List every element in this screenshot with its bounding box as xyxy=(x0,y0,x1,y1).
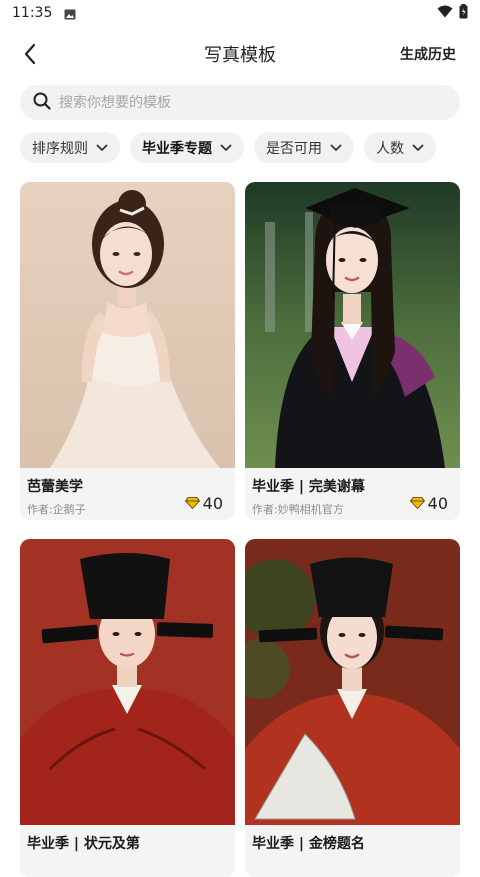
generation-history-link[interactable]: 生成历史 xyxy=(400,44,456,64)
chevron-down-icon xyxy=(220,144,232,152)
template-card[interactable]: 毕业季 | 金榜题名 xyxy=(245,539,460,877)
page-title: 写真模板 xyxy=(204,45,276,66)
template-thumbnail xyxy=(245,539,460,825)
top-app-bar: 写真模板 生成历史 xyxy=(0,34,480,74)
template-info: 毕业季 | 完美谢幕 作者:妙鸭相机官方 40 xyxy=(245,468,460,520)
template-title: 毕业季 | 完美谢幕 xyxy=(252,479,365,495)
template-info: 芭蕾美学 作者:企鹅子 40 xyxy=(20,468,235,520)
filter-availability-label: 是否可用 xyxy=(266,140,322,157)
template-info: 毕业季 | 金榜题名 xyxy=(245,825,460,877)
chevron-down-icon xyxy=(96,144,108,152)
template-title: 毕业季 | 金榜题名 xyxy=(252,836,365,852)
image-notification-icon xyxy=(64,8,76,19)
filter-people-label: 人数 xyxy=(376,140,404,157)
template-thumbnail xyxy=(20,539,235,825)
status-bar: 11:35 xyxy=(0,0,480,26)
template-card[interactable]: 毕业季 | 状元及第 xyxy=(20,539,235,877)
filter-sort-chip[interactable]: 排序规则 xyxy=(20,132,120,163)
template-price-value: 40 xyxy=(427,494,448,513)
template-thumbnail xyxy=(20,182,235,468)
template-card[interactable]: 芭蕾美学 作者:企鹅子 40 xyxy=(20,182,235,520)
status-time: 11:35 xyxy=(12,5,53,21)
template-thumbnail xyxy=(245,182,460,468)
diamond-icon xyxy=(184,494,200,513)
template-info: 毕业季 | 状元及第 xyxy=(20,825,235,877)
filter-graduation-label: 毕业季专题 xyxy=(142,140,212,157)
filter-people-chip[interactable]: 人数 xyxy=(364,132,436,163)
wifi-icon xyxy=(437,5,453,22)
chevron-left-icon xyxy=(24,43,36,65)
search-icon xyxy=(33,92,51,114)
chevron-down-icon xyxy=(412,144,424,152)
back-button[interactable] xyxy=(14,38,46,70)
filter-sort-label: 排序规则 xyxy=(32,140,88,157)
search-input[interactable] xyxy=(59,94,439,111)
template-price-value: 40 xyxy=(202,494,223,513)
diamond-icon xyxy=(409,494,425,513)
chevron-down-icon xyxy=(330,144,342,152)
battery-icon xyxy=(459,4,468,23)
template-title: 毕业季 | 状元及第 xyxy=(27,836,140,852)
filter-availability-chip[interactable]: 是否可用 xyxy=(254,132,354,163)
template-price: 40 xyxy=(409,494,448,513)
template-price: 40 xyxy=(184,494,223,513)
template-title: 芭蕾美学 xyxy=(27,479,83,495)
template-card[interactable]: 毕业季 | 完美谢幕 作者:妙鸭相机官方 40 xyxy=(245,182,460,520)
search-bar[interactable] xyxy=(20,85,460,120)
filter-graduation-chip[interactable]: 毕业季专题 xyxy=(130,132,244,163)
filter-bar: 排序规则 毕业季专题 是否可用 人数 xyxy=(20,132,436,163)
